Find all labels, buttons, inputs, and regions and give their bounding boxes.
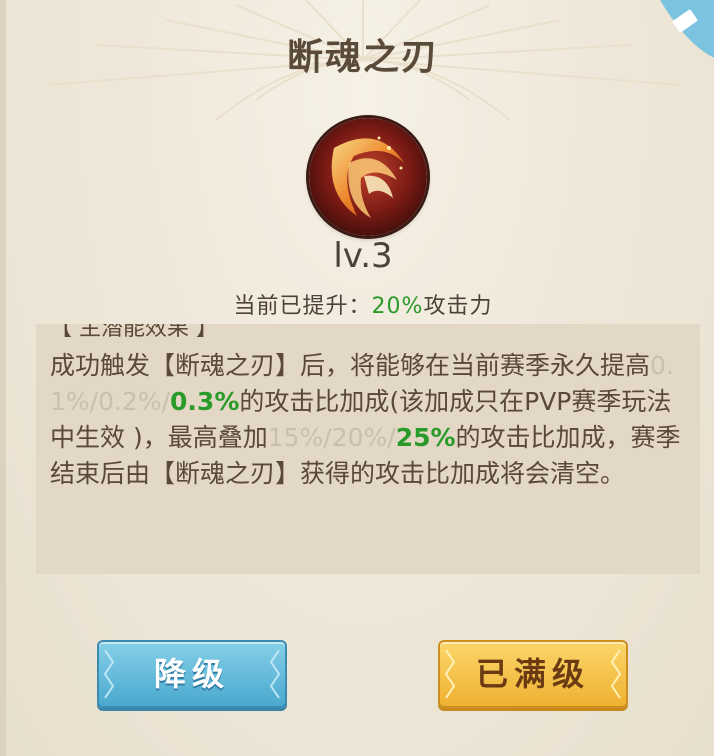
description-header: 【 主潜能效果 】 <box>50 324 218 341</box>
skill-dialog: 断魂之刃 lv.3 当前已提升：20%攻击力 【 主潜能效果 】 成功触发【断魂… <box>0 0 714 756</box>
flame-slash-icon <box>309 118 427 236</box>
button-left-ornament-icon <box>444 649 456 699</box>
tier-values-faded-2: 15%/20%/ <box>267 423 396 452</box>
downgrade-label: 降级 <box>153 655 230 693</box>
button-right-ornament-icon <box>269 649 281 699</box>
skill-level: lv.3 <box>333 236 393 276</box>
button-right-ornament-icon <box>610 649 622 699</box>
bonus-suffix: 攻击力 <box>423 294 493 319</box>
description-text: 成功触发【断魂之刃】后，将能够在当前赛季永久提高0.1%/0.2%/0.3%的攻… <box>50 348 690 492</box>
bonus-value: 20% <box>371 294 424 319</box>
max-level-button[interactable]: 已满级 <box>438 640 628 708</box>
max-level-label: 已满级 <box>475 655 590 693</box>
dialog-title: 断魂之刃 <box>286 37 439 78</box>
downgrade-button[interactable]: 降级 <box>97 640 287 708</box>
tier-value-active-2: 25% <box>395 423 456 452</box>
current-bonus: 当前已提升：20%攻击力 <box>6 288 714 320</box>
tier-value-active-1: 0.3% <box>170 387 240 416</box>
description-part-1: 成功触发【断魂之刃】后，将能够在当前赛季永久提高 <box>50 351 651 380</box>
bonus-label: 当前已提升： <box>233 294 372 319</box>
button-left-ornament-icon <box>103 649 115 699</box>
description-box: 【 主潜能效果 】 成功触发【断魂之刃】后，将能够在当前赛季永久提高0.1%/0… <box>36 324 700 574</box>
